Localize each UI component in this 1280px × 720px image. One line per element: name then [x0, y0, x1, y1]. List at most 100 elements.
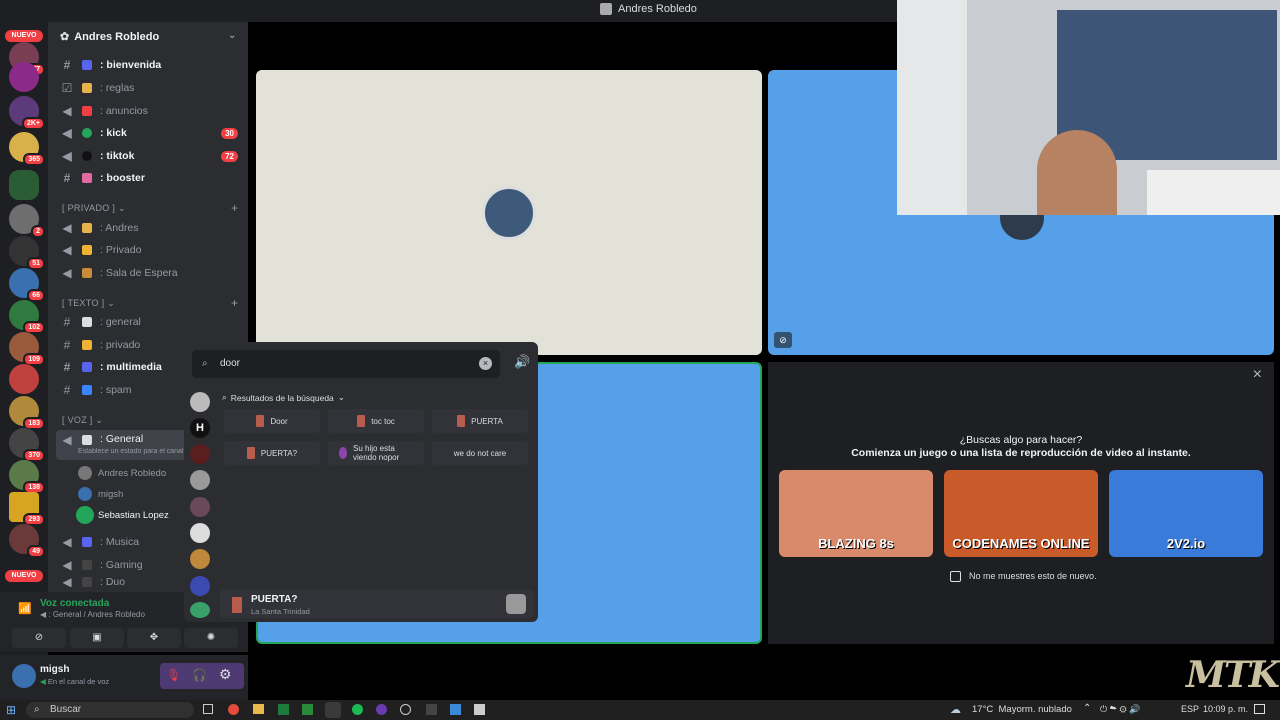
- add-channel-icon[interactable]: +: [231, 296, 238, 310]
- server-icon[interactable]: 109: [9, 332, 45, 366]
- excel-icon[interactable]: [278, 704, 289, 715]
- server-icon[interactable]: 49: [9, 524, 45, 558]
- volume-icon[interactable]: 🔊: [514, 354, 530, 370]
- screen-share-button[interactable]: ▣: [70, 628, 124, 648]
- tray-chevron-icon[interactable]: ⌃: [1083, 703, 1091, 714]
- voice-user[interactable]: Andres Robledo: [78, 466, 166, 480]
- server-filter-icon[interactable]: [190, 549, 210, 569]
- discord-icon[interactable]: [325, 702, 341, 718]
- server-filter-icon[interactable]: [190, 470, 210, 490]
- taskbar-search[interactable]: ⌕ Buscar: [26, 702, 194, 718]
- camera-off-button[interactable]: ⊘: [12, 628, 66, 648]
- server-icon[interactable]: 365: [9, 132, 45, 166]
- sound-button[interactable]: Su hijo esta viendo nopor: [328, 441, 424, 465]
- server-filter-icon[interactable]: [190, 497, 210, 517]
- channel-privado-voice[interactable]: ◀: Privado: [56, 240, 242, 260]
- now-playing-row[interactable]: PUERTA? La Santa Trinidad: [220, 590, 534, 618]
- server-icon[interactable]: 51: [9, 236, 45, 270]
- folder-icon[interactable]: [253, 704, 264, 714]
- server-icon[interactable]: 138: [9, 460, 45, 494]
- chrome-icon[interactable]: [228, 704, 239, 715]
- activity-subheading: Comienza un juego o una lista de reprodu…: [851, 447, 1191, 459]
- server-filter-icon[interactable]: [190, 392, 210, 412]
- user-panel: migsh ◀ En el canal de voz 🎙 🎧 ⚙: [0, 655, 248, 700]
- clear-search-icon[interactable]: ×: [479, 357, 492, 370]
- server-filter-icon[interactable]: [190, 602, 210, 618]
- category-texto[interactable]: [ TEXTO ] ⌄: [62, 298, 115, 309]
- signal-icon[interactable]: 📶: [18, 602, 32, 615]
- weather-text[interactable]: 17°C Mayorm. nublado: [972, 704, 1072, 715]
- channel-booster[interactable]: #: booster: [56, 168, 242, 188]
- app-icon[interactable]: [474, 704, 485, 715]
- mic-muted-icon[interactable]: 🎙: [166, 668, 181, 682]
- voice-user[interactable]: migsh: [78, 487, 123, 501]
- megaphone-icon: ◀: [62, 104, 72, 118]
- search-results-header[interactable]: ⌕ Resultados de la búsqueda ⌄: [222, 392, 345, 403]
- task-view-icon[interactable]: [203, 704, 213, 714]
- sound-button[interactable]: toc toc: [328, 409, 424, 433]
- soundboard-popup: ⌕ door × 🔊 H ⌕ Resultados de la búsqueda…: [184, 342, 538, 622]
- app-icon[interactable]: [450, 704, 461, 715]
- server-icon[interactable]: 2K+: [9, 96, 45, 130]
- gear-icon[interactable]: ⚙: [219, 666, 232, 683]
- language-indicator[interactable]: ESP: [1181, 704, 1199, 714]
- soundboard-button[interactable]: ✺: [184, 628, 238, 648]
- category-voz[interactable]: [ VOZ ] ⌄: [62, 415, 103, 426]
- voice-status[interactable]: Voz conectada: [40, 598, 109, 609]
- server-filter-icon[interactable]: [190, 444, 210, 464]
- game-card-blazing8s[interactable]: BLAZING 8s: [779, 470, 933, 557]
- server-header[interactable]: ✿ Andres Robledo: [60, 30, 159, 44]
- channel-tiktok[interactable]: ◀: tiktok 72: [56, 146, 242, 166]
- avatar[interactable]: [12, 664, 36, 688]
- server-icon[interactable]: 2: [9, 204, 45, 238]
- xbox-icon[interactable]: [302, 704, 313, 715]
- app-icon[interactable]: [376, 704, 387, 715]
- headphones-icon[interactable]: 🎧: [192, 668, 207, 682]
- server-icon[interactable]: [9, 170, 39, 200]
- channel-kick[interactable]: ◀: kick 30: [56, 123, 242, 143]
- playing-server: La Santa Trinidad: [251, 607, 310, 616]
- soundboard-search-input[interactable]: ⌕ door ×: [192, 350, 500, 378]
- sound-button[interactable]: Door: [224, 409, 320, 433]
- category-privado[interactable]: [ PRIVADO ] ⌄: [62, 203, 126, 214]
- spotify-icon[interactable]: [352, 704, 363, 715]
- sound-button[interactable]: PUERTA: [432, 409, 528, 433]
- server-icon[interactable]: 370: [9, 428, 45, 462]
- channel-anuncios[interactable]: ◀: anuncios: [56, 101, 242, 121]
- add-channel-icon[interactable]: +: [231, 201, 238, 215]
- server-icon[interactable]: 102: [9, 300, 45, 334]
- channel-label: : multimedia: [100, 361, 162, 373]
- server-icon[interactable]: 183: [9, 396, 45, 430]
- app-icon[interactable]: [400, 704, 411, 715]
- channel-andres[interactable]: ◀: Andres: [56, 218, 242, 238]
- activities-button[interactable]: ✥: [127, 628, 181, 648]
- tray-icons[interactable]: ⏻ ☁ ⚙ 🔊: [1100, 704, 1140, 715]
- voice-user[interactable]: Sebastian Lopez: [78, 508, 169, 522]
- channel-sala-espera[interactable]: ◀: Sala de Espera: [56, 263, 242, 283]
- sound-button[interactable]: PUERTA?: [224, 441, 320, 465]
- server-filter-icon[interactable]: [190, 523, 210, 543]
- notification-icon[interactable]: [1254, 704, 1265, 714]
- dont-show-checkbox[interactable]: [950, 571, 961, 582]
- server-icon[interactable]: 66: [9, 268, 45, 302]
- close-icon[interactable]: ×: [1253, 366, 1262, 384]
- sound-button[interactable]: we do not care: [432, 441, 528, 465]
- chevron-down-icon[interactable]: ⌄: [228, 30, 236, 41]
- channel-reglas[interactable]: ☑: reglas: [56, 78, 242, 98]
- server-icon[interactable]: [9, 364, 39, 394]
- emoji-icon: [82, 245, 92, 255]
- server-icon[interactable]: [9, 62, 39, 92]
- channel-general-text[interactable]: #: general: [56, 312, 242, 332]
- server-filter-icon[interactable]: H: [190, 418, 210, 438]
- server-icon[interactable]: 293: [9, 492, 45, 526]
- game-card-2v2io[interactable]: 2V2.io: [1109, 470, 1263, 557]
- windows-start-icon[interactable]: ⊞: [6, 703, 16, 717]
- game-card-codenames[interactable]: CODENAMES ONLINE: [944, 470, 1098, 557]
- video-tile-andres[interactable]: [256, 70, 762, 355]
- channel-bienvenida[interactable]: #: bienvenida: [56, 55, 242, 75]
- app-icon[interactable]: [426, 704, 437, 715]
- clock[interactable]: 10:09 p. m.: [1203, 704, 1248, 714]
- server-filter-icon[interactable]: [190, 576, 210, 596]
- avatar: [78, 508, 92, 522]
- voice-location[interactable]: ◀ : General / Andres Robledo: [40, 610, 145, 619]
